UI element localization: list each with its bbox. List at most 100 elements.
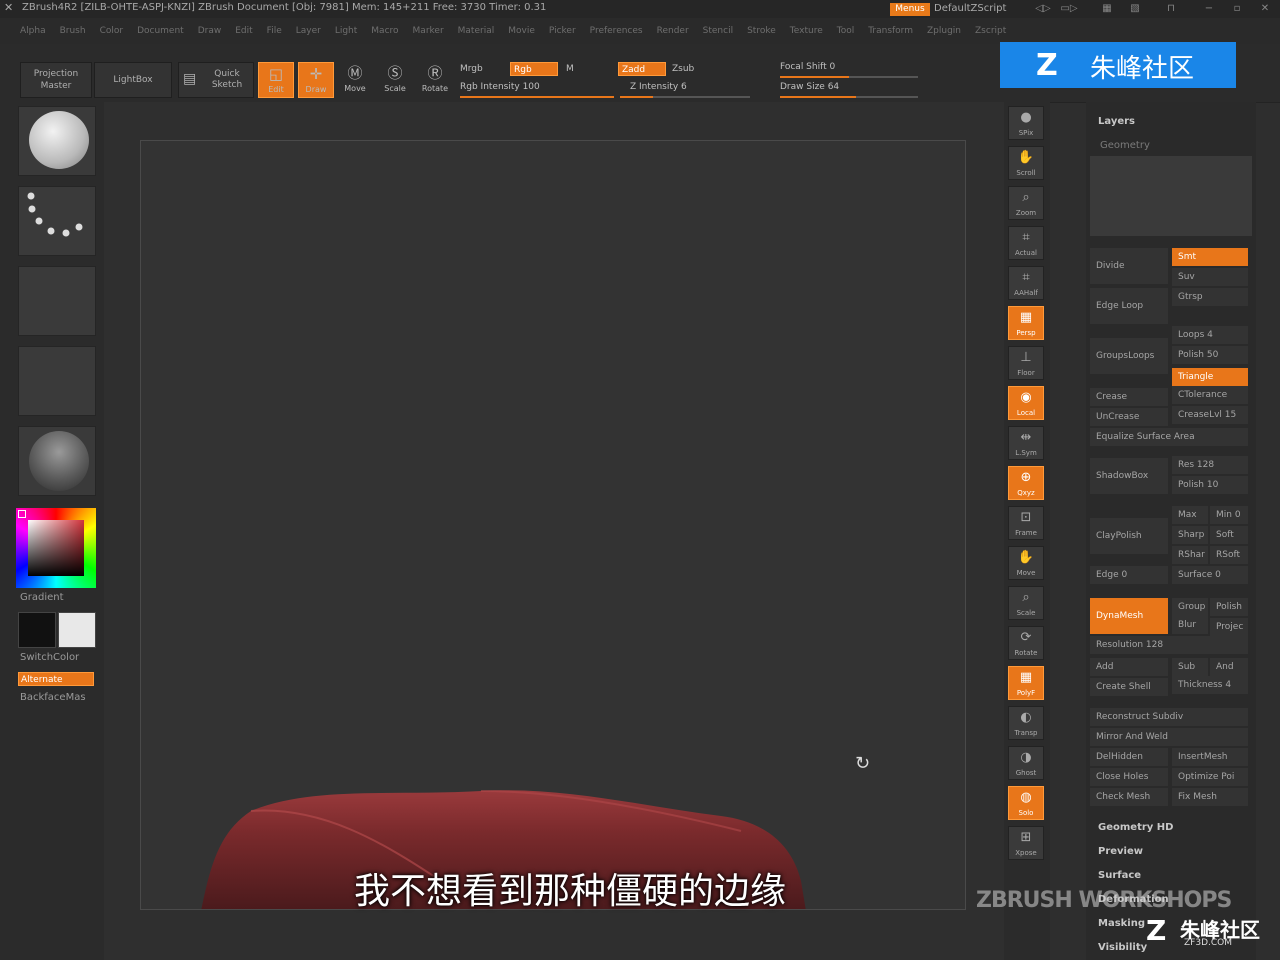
draw-size-slider[interactable] (780, 96, 918, 98)
sharp-slider[interactable]: Sharp (1172, 526, 1208, 544)
project-toggle[interactable]: Projec (1210, 618, 1248, 636)
res-slider[interactable]: Res 128 (1172, 456, 1248, 474)
close-icon[interactable]: ✕ (1256, 2, 1274, 16)
stroke-thumbnail[interactable] (18, 186, 96, 256)
menu-item-file[interactable]: File (267, 18, 282, 44)
menu-item-stencil[interactable]: Stencil (703, 18, 733, 44)
scale-button[interactable]: Ⓢ Scale (378, 62, 412, 96)
check-mesh-button[interactable]: Check Mesh (1090, 788, 1168, 806)
z-intensity-slider[interactable] (620, 96, 750, 98)
visibility-subpalette[interactable]: Visibility (1098, 942, 1147, 953)
rotate-button[interactable]: Ⓡ Rotate (418, 62, 452, 96)
menu-item-color[interactable]: Color (100, 18, 124, 44)
insertmesh-button[interactable]: InsertMesh (1172, 748, 1248, 766)
menu-item-zplugin[interactable]: Zplugin (927, 18, 961, 44)
preview-subpalette[interactable]: Preview (1098, 846, 1143, 857)
layout-toggle-icon-2[interactable]: ▭▷ (1060, 2, 1078, 16)
shelf-button-qxyz[interactable]: ⊕ Qxyz (1008, 466, 1044, 500)
blur-slider[interactable]: Blur (1172, 616, 1208, 634)
and-button[interactable]: And (1210, 658, 1248, 676)
add-button[interactable]: Add (1090, 658, 1168, 676)
crease-button[interactable]: Crease (1090, 388, 1168, 406)
delhidden-button[interactable]: DelHidden (1090, 748, 1168, 766)
surface-slider[interactable]: Surface 0 (1172, 566, 1248, 584)
shadowbox-button[interactable]: ShadowBox (1090, 458, 1168, 494)
menu-item-edit[interactable]: Edit (235, 18, 252, 44)
menu-item-tool[interactable]: Tool (837, 18, 854, 44)
menu-item-zscript[interactable]: Zscript (975, 18, 1006, 44)
menu-item-preferences[interactable]: Preferences (590, 18, 643, 44)
menu-item-draw[interactable]: Draw (198, 18, 222, 44)
rgb-intensity-slider[interactable] (460, 96, 614, 98)
shelf-button-zoom[interactable]: ⌕ Zoom (1008, 186, 1044, 220)
claypolish-button[interactable]: ClayPolish (1090, 518, 1168, 554)
shelf-button-frame[interactable]: ⊡ Frame (1008, 506, 1044, 540)
color-palette-icon[interactable]: ▦ (1098, 2, 1116, 16)
close-holes-button[interactable]: Close Holes (1090, 768, 1168, 786)
switchcolor-label[interactable]: SwitchColor (20, 652, 79, 663)
sub-button[interactable]: Sub (1172, 658, 1208, 676)
create-shell-button[interactable]: Create Shell (1090, 678, 1168, 696)
group-toggle[interactable]: Group (1172, 598, 1208, 616)
primary-color-swatch[interactable] (18, 612, 56, 648)
color-picker-square[interactable] (28, 520, 84, 576)
shelf-button-actual[interactable]: ⌗ Actual (1008, 226, 1044, 260)
layout-toggle-icon[interactable]: ◁▷ (1034, 2, 1052, 16)
polish-50-slider[interactable]: Polish 50 (1172, 346, 1248, 364)
lightbox-button[interactable]: LightBox (94, 62, 172, 98)
palette-icon[interactable]: ▧ (1126, 2, 1144, 16)
color-picker[interactable] (16, 508, 96, 588)
zsub-toggle[interactable]: Zsub (672, 64, 694, 74)
dynamesh-model[interactable] (141, 141, 966, 910)
move-button[interactable]: Ⓜ Move (338, 62, 372, 96)
shelf-button-persp[interactable]: ▦ Persp (1008, 306, 1044, 340)
shelf-button-scale[interactable]: ⌕ Scale (1008, 586, 1044, 620)
backfacemask-label[interactable]: BackfaceMas (20, 692, 86, 703)
shelf-button-polyf[interactable]: ▦ PolyF (1008, 666, 1044, 700)
projection-master-button[interactable]: Projection Master (20, 62, 92, 98)
ctolerance-slider[interactable]: CTolerance (1172, 386, 1248, 404)
menu-item-macro[interactable]: Macro (371, 18, 398, 44)
shelf-button-floor[interactable]: ⊥ Floor (1008, 346, 1044, 380)
menu-item-transform[interactable]: Transform (868, 18, 913, 44)
divide-button[interactable]: Divide (1090, 248, 1168, 284)
shelf-button-transp[interactable]: ◐ Transp (1008, 706, 1044, 740)
shelf-button-lsym[interactable]: ⇹ L.Sym (1008, 426, 1044, 460)
fix-mesh-button[interactable]: Fix Mesh (1172, 788, 1248, 806)
menu-item-alpha[interactable]: Alpha (20, 18, 46, 44)
focal-shift-slider[interactable] (780, 76, 918, 78)
creaselvl-slider[interactable]: CreaseLvl 15 (1172, 406, 1248, 424)
menu-item-stroke[interactable]: Stroke (747, 18, 776, 44)
lock-icon[interactable]: ⊓ (1162, 2, 1180, 16)
minimize-icon[interactable]: − (1200, 2, 1218, 16)
shelf-button-rotate[interactable]: ⟳ Rotate (1008, 626, 1044, 660)
shelf-button-scroll[interactable]: ✋ Scroll (1008, 146, 1044, 180)
soft-slider[interactable]: Soft (1210, 526, 1248, 544)
min-slider[interactable]: Min 0 (1210, 506, 1248, 524)
menus-button[interactable]: Menus (890, 3, 930, 16)
triangle-toggle[interactable]: Triangle (1172, 368, 1248, 386)
rsoft-slider[interactable]: RSoft (1210, 546, 1248, 564)
shelf-button-spix[interactable]: ● SPix (1008, 106, 1044, 140)
equalize-surface-area-button[interactable]: Equalize Surface Area (1090, 428, 1248, 446)
edit-button[interactable]: ◱ Edit (258, 62, 294, 98)
m-toggle[interactable]: M (566, 64, 574, 74)
menu-item-movie[interactable]: Movie (508, 18, 535, 44)
loops-slider[interactable]: Loops 4 (1172, 326, 1248, 344)
quick-sketch-button[interactable]: ▤ Quick Sketch (178, 62, 254, 98)
layers-subpalette[interactable]: Layers (1098, 116, 1135, 127)
brush-thumbnail[interactable] (18, 106, 96, 176)
menu-item-render[interactable]: Render (657, 18, 689, 44)
thickness-slider[interactable]: Thickness 4 (1172, 676, 1248, 694)
optimize-points-button[interactable]: Optimize Poi (1172, 768, 1248, 786)
menu-item-brush[interactable]: Brush (60, 18, 86, 44)
edge-loop-button[interactable]: Edge Loop (1090, 288, 1168, 324)
surface-subpalette[interactable]: Surface (1098, 870, 1141, 881)
reconstruct-subdiv-button[interactable]: Reconstruct Subdiv (1090, 708, 1248, 726)
default-script-label[interactable]: DefaultZScript (934, 3, 1006, 14)
smt-toggle[interactable]: Smt (1172, 248, 1248, 266)
shelf-button-ghost[interactable]: ◑ Ghost (1008, 746, 1044, 780)
menu-item-material[interactable]: Material (458, 18, 495, 44)
suv-toggle[interactable]: Suv (1172, 268, 1248, 286)
menu-item-layer[interactable]: Layer (296, 18, 321, 44)
